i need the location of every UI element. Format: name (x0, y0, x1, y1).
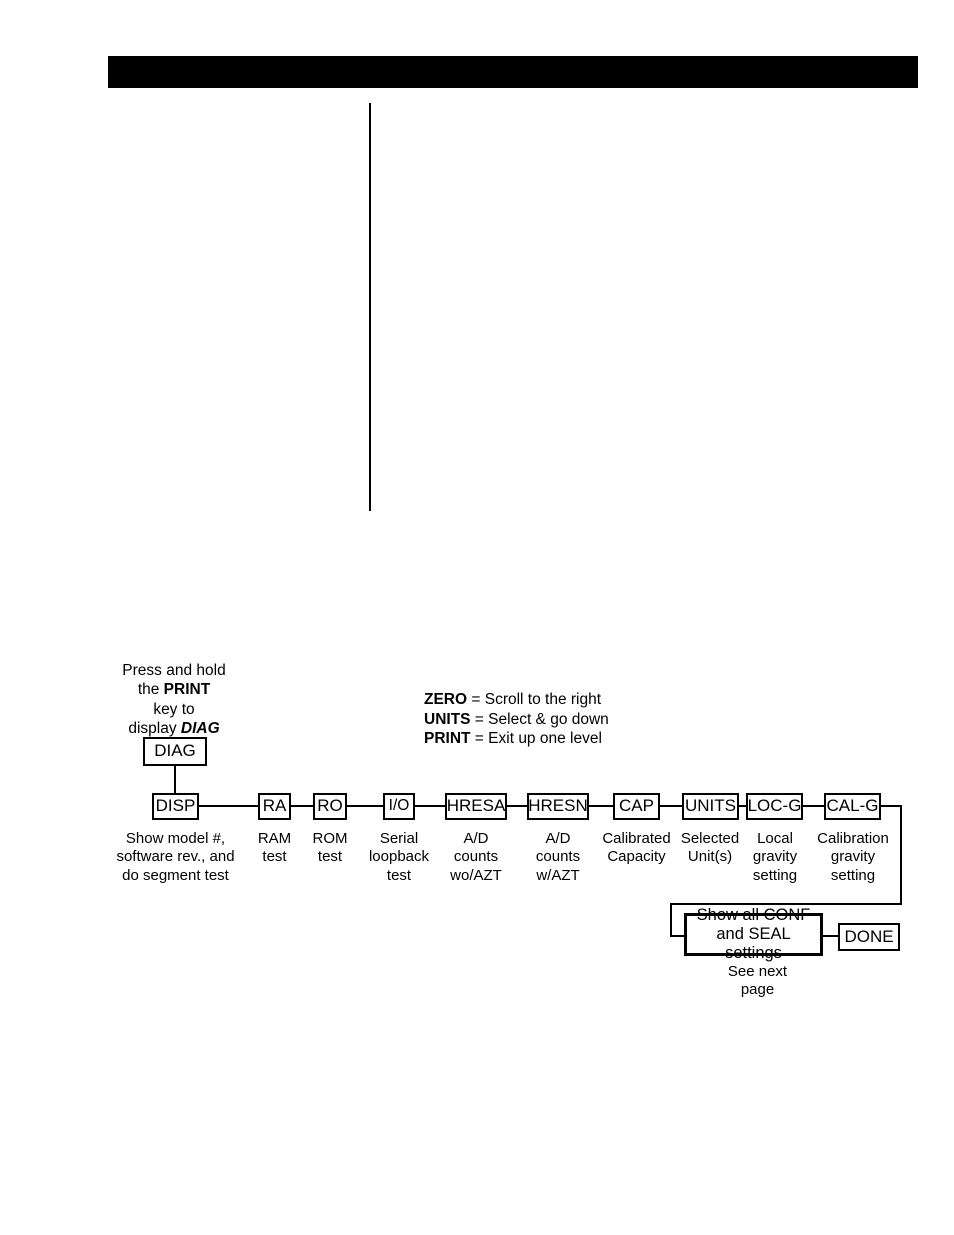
press-and-hold-instructions: Press and hold the PRINT key to display … (84, 661, 264, 739)
instruction-line-4-prefix: display (128, 720, 181, 738)
node-hresn[interactable]: HRESN (527, 793, 589, 820)
caption-loc-g: Local gravity setting (752, 830, 798, 884)
connector-bottom-left (670, 903, 902, 905)
legend-sep-units: = (470, 710, 489, 728)
key-legend: ZERO = Scroll to the right UNITS = Selec… (424, 690, 609, 749)
connector-io-hresa (415, 805, 445, 807)
caption-ra: RAM test (257, 830, 292, 866)
instruction-diag-key: DIAG (180, 720, 220, 738)
connector-left-down (670, 903, 672, 937)
node-ro[interactable]: RO (313, 793, 347, 820)
node-done[interactable]: DONE (838, 923, 900, 951)
caption-cap: Calibrated Capacity (602, 830, 671, 866)
node-cal-g[interactable]: CAL-G (824, 793, 881, 820)
node-cap[interactable]: CAP (613, 793, 660, 820)
legend-action-units: Select & go down (488, 710, 609, 728)
legend-row-print: PRINT = Exit up one level (424, 729, 609, 749)
connector-diag-to-disp (174, 766, 176, 794)
legend-action-print: Exit up one level (488, 730, 602, 748)
legend-key-units: UNITS (424, 710, 471, 728)
caption-ro: ROM test (312, 830, 348, 866)
connector-units-locg (739, 805, 746, 807)
node-hresa[interactable]: HRESA (445, 793, 507, 820)
connector-calg-right (881, 805, 902, 807)
connector-ro-io (347, 805, 383, 807)
page-canvas: Press and hold the PRINT key to display … (0, 0, 954, 1235)
legend-sep-zero: = (467, 691, 485, 708)
caption-cal-g: Calibration gravity setting (817, 830, 889, 884)
legend-row-units: UNITS = Select & go down (424, 710, 609, 730)
legend-key-zero: ZERO (424, 691, 468, 708)
connector-hresn-cap (589, 805, 613, 807)
instruction-line-1: Press and hold (122, 662, 226, 679)
legend-sep-print: = (470, 730, 489, 748)
instruction-print-key: PRINT (163, 681, 211, 699)
node-loc-g[interactable]: LOC-G (746, 793, 803, 820)
caption-io: Serial loopback test (368, 830, 430, 884)
instruction-line-2-prefix: the (137, 681, 164, 699)
node-io[interactable]: I/O (383, 793, 415, 820)
caption-units: Selected Unit(s) (680, 830, 740, 866)
legend-key-print: PRINT (424, 730, 471, 748)
legend-action-zero: Scroll to the right (484, 691, 602, 708)
connector-ra-ro (291, 805, 313, 807)
node-show-all-conf-seal-settings[interactable]: Show all CONF and SEAL settings (684, 906, 823, 962)
see-next-page-note: See next page (727, 963, 788, 999)
connector-hresa-hresn (507, 805, 527, 807)
connector-disp-ra (199, 805, 258, 807)
node-ra[interactable]: RA (258, 793, 291, 820)
body-column-rule (369, 103, 371, 511)
connector-cap-units (660, 805, 682, 807)
node-diag[interactable]: DIAG (143, 737, 207, 766)
caption-hresa: A/D counts wo/AZT (450, 830, 502, 884)
connector-locg-calg (803, 805, 824, 807)
connector-right-down (900, 805, 902, 905)
caption-disp: Show model #, software rev., and do segm… (116, 830, 235, 884)
instruction-line-3: key to (153, 700, 195, 718)
connector-settings-done (823, 935, 838, 937)
legend-row-zero: ZERO = Scroll to the right (424, 690, 609, 710)
node-disp[interactable]: DISP (152, 793, 199, 820)
node-units[interactable]: UNITS (682, 793, 739, 820)
caption-hresn: A/D counts w/AZT (535, 830, 581, 884)
header-bar (108, 56, 918, 88)
